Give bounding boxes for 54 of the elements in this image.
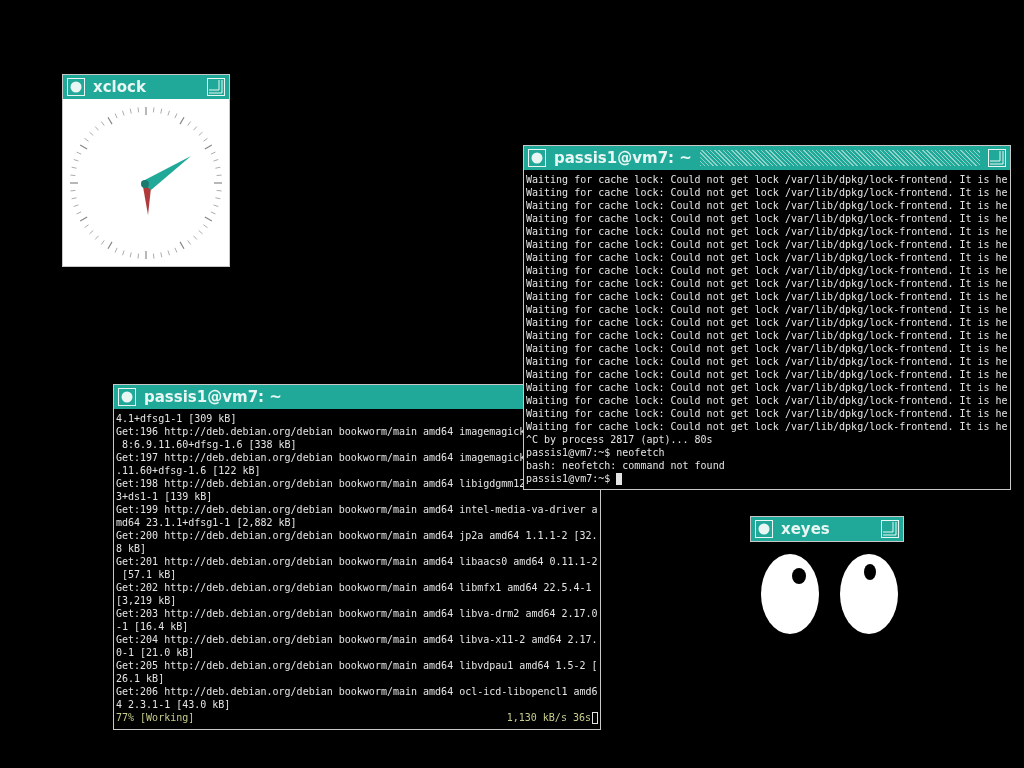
terminal-line: Waiting for cache lock: Could not get lock /var/lib/dpkg/lock-frontend. It is he bbox=[526, 290, 1008, 303]
terminal-line: Waiting for cache lock: Could not get lock /var/lib/dpkg/lock-frontend. It is he bbox=[526, 277, 1008, 290]
terminal-line: Get:198 http://deb.debian.org/debian bookworm/main amd64 libigdgmm12 bbox=[116, 477, 526, 490]
window-title: xclock bbox=[93, 78, 146, 96]
terminal-line: Waiting for cache lock: Could not get lock /var/lib/dpkg/lock-frontend. It is he bbox=[526, 199, 1008, 212]
terminal-line: Get:202 http://deb.debian.org/debian bookworm/main amd64 libmfx1 amd64 22.5.4-1 bbox=[116, 581, 592, 594]
terminal-line: passis1@vm7:~$ bbox=[526, 472, 611, 485]
terminal-line: md64 23.1.1+dfsg1-1 [2,882 kB] bbox=[116, 516, 297, 529]
window-title: passis1@vm7: ~ bbox=[554, 149, 692, 167]
window-title: xeyes bbox=[781, 520, 830, 538]
terminal-line: Waiting for cache lock: Could not get lock /var/lib/dpkg/lock-frontend. It is he bbox=[526, 186, 1008, 199]
terminal-line: 3+ds1-1 [139 kB] bbox=[116, 490, 213, 503]
terminal-line: Waiting for cache lock: Could not get lock /var/lib/dpkg/lock-frontend. It is he bbox=[526, 251, 1008, 264]
terminal-line: Waiting for cache lock: Could not get lock /var/lib/dpkg/lock-frontend. It is he bbox=[526, 355, 1008, 368]
terminal-line: Get:201 http://deb.debian.org/debian bookworm/main amd64 libaacs0 amd64 0.11.1-2 bbox=[116, 555, 598, 568]
terminal-line: Get:199 http://deb.debian.org/debian bookworm/main amd64 intel-media-va-driver a bbox=[116, 503, 598, 516]
terminal-line: Waiting for cache lock: Could not get lock /var/lib/dpkg/lock-frontend. It is he bbox=[526, 238, 1008, 251]
terminal-line: Get:205 http://deb.debian.org/debian bookworm/main amd64 libvdpau1 amd64 1.5-2 [ bbox=[116, 659, 598, 672]
terminal-line: Waiting for cache lock: Could not get lock /var/lib/dpkg/lock-frontend. It is he bbox=[526, 420, 1008, 433]
terminal-line: [57.1 kB] bbox=[121, 568, 177, 581]
window-title: passis1@vm7: ~ bbox=[144, 388, 282, 406]
terminal-line: Waiting for cache lock: Could not get lock /var/lib/dpkg/lock-frontend. It is he bbox=[526, 407, 1008, 420]
terminal-line: Get:200 http://deb.debian.org/debian bookworm/main amd64 jp2a amd64 1.1.1-2 [32. bbox=[116, 529, 598, 542]
terminal-line: Waiting for cache lock: Could not get lock /var/lib/dpkg/lock-frontend. It is he bbox=[526, 212, 1008, 225]
terminal-line: Waiting for cache lock: Could not get lock /var/lib/dpkg/lock-frontend. It is he bbox=[526, 264, 1008, 277]
terminal-line: 8 kB] bbox=[116, 542, 147, 555]
terminal-line: Get:203 http://deb.debian.org/debian bookworm/main amd64 libva-drm2 amd64 2.17.0 bbox=[116, 607, 598, 620]
terminal-line: 26.1 kB] bbox=[116, 672, 165, 685]
terminal-line: Get:206 http://deb.debian.org/debian bookworm/main amd64 ocl-icd-libopencl1 amd6 bbox=[116, 685, 598, 698]
terminal-line: Waiting for cache lock: Could not get lock /var/lib/dpkg/lock-frontend. It is he bbox=[526, 342, 1008, 355]
terminal-line: Waiting for cache lock: Could not get lock /var/lib/dpkg/lock-frontend. It is he bbox=[526, 329, 1008, 342]
download-speed: 1,130 kB/s 36s bbox=[506, 711, 591, 724]
terminal-line: bash: neofetch: command not found bbox=[526, 459, 725, 472]
title-bar[interactable]: xclock bbox=[63, 75, 229, 99]
terminal-line: 4 2.3.1-1 [43.0 kB] bbox=[116, 698, 231, 711]
terminal-line: Get:196 http://deb.debian.org/debian bookworm/main amd64 imagemagick bbox=[116, 425, 526, 438]
terminal-line: -1 [16.4 kB] bbox=[116, 620, 189, 633]
terminal-line: Waiting for cache lock: Could not get lock /var/lib/dpkg/lock-frontend. It is he bbox=[526, 303, 1008, 316]
terminal-line: Waiting for cache lock: Could not get lock /var/lib/dpkg/lock-frontend. It is he bbox=[526, 173, 1008, 186]
terminal-line: passis1@vm7:~$ neofetch bbox=[526, 446, 665, 459]
terminal-line: Waiting for cache lock: Could not get lock /var/lib/dpkg/lock-frontend. It is he bbox=[526, 316, 1008, 329]
terminal-line: 8:6.9.11.60+dfsg-1.6 [338 kB] bbox=[121, 438, 297, 451]
title-bar[interactable]: passis1@vm7: ~ bbox=[524, 146, 1010, 170]
terminal-line: Get:204 http://deb.debian.org/debian bookworm/main amd64 libva-x11-2 amd64 2.17. bbox=[116, 633, 598, 646]
terminal-line: Waiting for cache lock: Could not get lock /var/lib/dpkg/lock-frontend. It is he bbox=[526, 225, 1008, 238]
title-bar[interactable]: xeyes bbox=[751, 517, 903, 541]
terminal-line: .11.60+dfsg-1.6 [122 kB] bbox=[116, 464, 261, 477]
terminal-line: 0-1 [21.0 kB] bbox=[116, 646, 195, 659]
terminal-line: [3,219 kB] bbox=[116, 594, 177, 607]
terminal-line: Get:197 http://deb.debian.org/debian bookworm/main amd64 imagemagick bbox=[116, 451, 526, 464]
terminal-line: 4.1+dfsg1-1 [309 kB] bbox=[116, 412, 237, 425]
terminal-line: Waiting for cache lock: Could not get lock /var/lib/dpkg/lock-frontend. It is he bbox=[526, 368, 1008, 381]
terminal-line: ^C by process 2817 (apt)... 80s bbox=[526, 433, 713, 446]
progress-status: 77% [Working] bbox=[116, 711, 195, 724]
